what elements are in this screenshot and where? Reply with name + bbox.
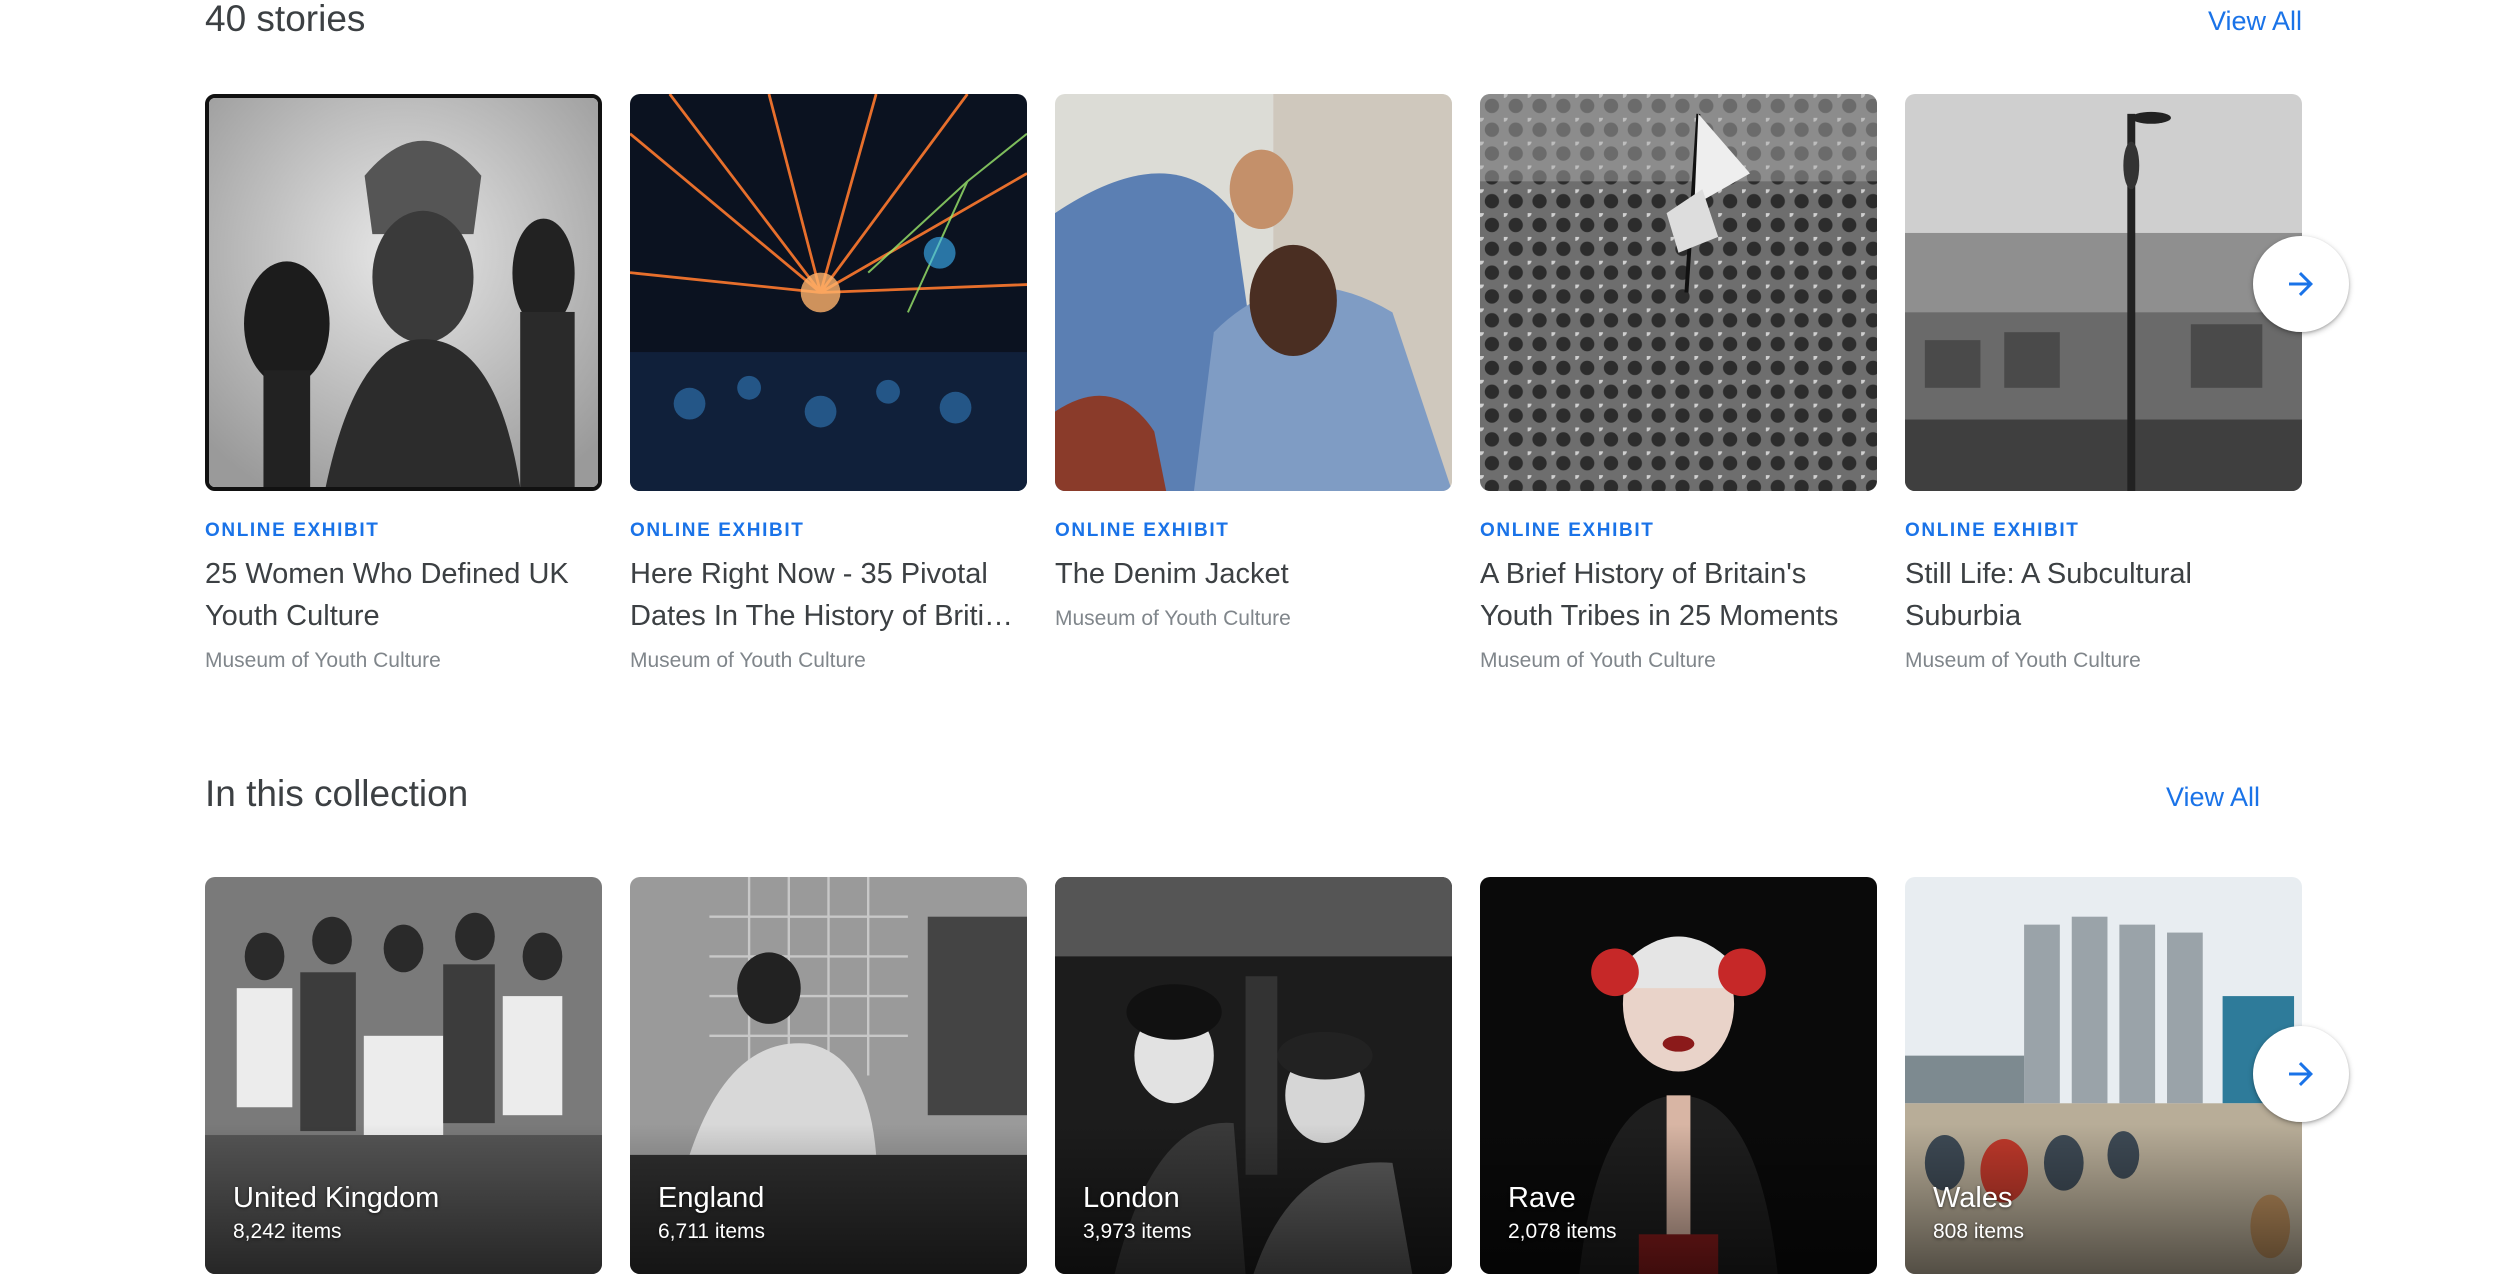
story-thumbnail[interactable] (630, 94, 1027, 491)
story-title[interactable]: The Denim Jacket (1055, 553, 1452, 595)
story-source: Museum of Youth Culture (1480, 649, 1716, 672)
story-card[interactable]: ONLINE EXHIBIT Here Right Now - 35 Pivot… (630, 94, 1027, 675)
story-kicker: ONLINE EXHIBIT (630, 520, 805, 541)
tile-count: 3,973 items (1083, 1220, 1192, 1243)
collection-tile[interactable]: United Kingdom 8,242 items (205, 877, 602, 1274)
story-kicker: ONLINE EXHIBIT (205, 520, 380, 541)
story-title[interactable]: Here Right Now - 35 Pivotal Dates In The… (630, 553, 1027, 637)
story-kicker: ONLINE EXHIBIT (1480, 520, 1655, 541)
suburbia-photo (1905, 94, 2302, 491)
story-card[interactable]: ONLINE EXHIBIT The Denim Jacket Museum o… (1055, 94, 1452, 633)
tile-name: United Kingdom (233, 1182, 440, 1214)
collection-next-button[interactable] (2253, 1026, 2349, 1122)
collection-tile-image[interactable]: Wales 808 items (1905, 877, 2302, 1274)
story-card[interactable]: ONLINE EXHIBIT A Brief History of Britai… (1480, 94, 1877, 675)
tile-caption: England 6,711 items (658, 1180, 1007, 1246)
arrow-right-icon (2289, 272, 2313, 296)
rave-lasers-photo (630, 94, 1027, 491)
stories-view-all-link[interactable]: View All (2208, 4, 2302, 38)
denim-jacket-photo (1055, 94, 1452, 491)
tile-name: London (1083, 1182, 1180, 1214)
tile-count: 808 items (1933, 1220, 2025, 1243)
tile-count: 8,242 items (233, 1220, 342, 1243)
tile-caption: London 3,973 items (1083, 1180, 1432, 1246)
story-title[interactable]: 25 Women Who Defined UK Youth Culture (205, 553, 602, 637)
tile-caption: Rave 2,078 items (1508, 1180, 1857, 1246)
story-kicker: ONLINE EXHIBIT (1905, 520, 2080, 541)
crowd-photo (1480, 94, 1877, 491)
story-thumbnail[interactable] (1055, 94, 1452, 491)
story-title[interactable]: Still Life: A Subcultural Suburbia (1905, 553, 2302, 637)
story-source: Museum of Youth Culture (205, 649, 441, 672)
collection-tile-image[interactable]: England 6,711 items (630, 877, 1027, 1274)
tile-caption: United Kingdom 8,242 items (233, 1180, 582, 1246)
tile-count: 2,078 items (1508, 1220, 1617, 1243)
stories-next-button[interactable] (2253, 236, 2349, 332)
story-source: Museum of Youth Culture (630, 649, 866, 672)
tile-count: 6,711 items (658, 1220, 765, 1243)
story-card[interactable]: ONLINE EXHIBIT 25 Women Who Defined UK Y… (205, 94, 602, 675)
arrow-right-icon (2289, 1062, 2313, 1086)
collection-view-all-link[interactable]: View All (2166, 780, 2260, 814)
tile-name: England (658, 1182, 765, 1214)
collection-tile[interactable]: London 3,973 items (1055, 877, 1452, 1274)
tile-name: Wales (1933, 1182, 2013, 1214)
story-thumbnail[interactable] (1480, 94, 1877, 491)
tile-caption: Wales 808 items (1933, 1180, 2282, 1246)
collection-section-title: In this collection (205, 773, 469, 814)
portrait-photo (209, 98, 598, 487)
story-source: Museum of Youth Culture (1905, 649, 2141, 672)
story-card[interactable]: ONLINE EXHIBIT Still Life: A Subcultural… (1905, 94, 2302, 675)
story-source: Museum of Youth Culture (1055, 607, 1291, 630)
collection-tile-image[interactable]: United Kingdom 8,242 items (205, 877, 602, 1274)
collection-tile-image[interactable]: London 3,973 items (1055, 877, 1452, 1274)
collection-tile[interactable]: Rave 2,078 items (1480, 877, 1877, 1274)
story-title[interactable]: A Brief History of Britain's Youth Tribe… (1480, 553, 1877, 637)
story-thumbnail[interactable] (205, 94, 602, 491)
story-thumbnail[interactable] (1905, 94, 2302, 491)
collection-tile-image[interactable]: Rave 2,078 items (1480, 877, 1877, 1274)
story-kicker: ONLINE EXHIBIT (1055, 520, 1230, 541)
collection-tile[interactable]: Wales 808 items (1905, 877, 2302, 1274)
stories-section-title: 40 stories (205, 0, 366, 39)
tile-name: Rave (1508, 1182, 1576, 1214)
collection-page: 40 stories View All ONLINE EXHIBIT 25 Wo… (0, 0, 2500, 1280)
collection-tile[interactable]: England 6,711 items (630, 877, 1027, 1274)
